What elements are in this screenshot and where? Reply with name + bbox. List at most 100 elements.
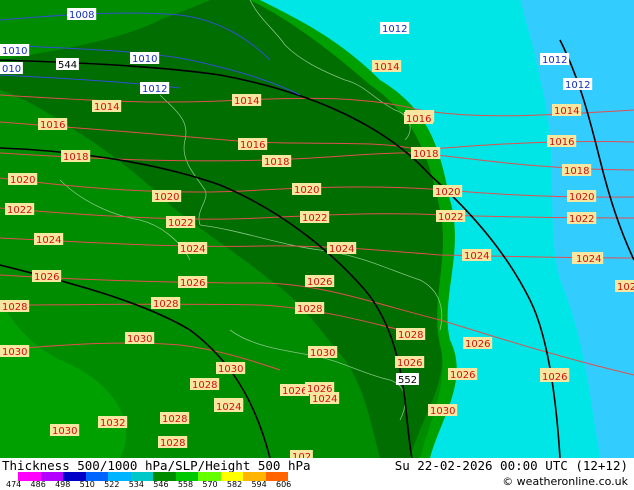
label-text: 1030: [52, 426, 77, 437]
label-text: 1024: [36, 235, 61, 246]
label-text: 1026: [180, 278, 205, 289]
isobar-label: 1018: [61, 150, 91, 163]
label-text: 1028: [192, 380, 217, 391]
isobar-label: 1028: [295, 302, 325, 315]
isobar-label: 1014: [372, 60, 402, 73]
label-text: 1020: [10, 175, 35, 186]
isobar-label: 1012: [140, 82, 170, 95]
isobar-label: 1010: [0, 44, 30, 57]
label-text: 1008: [69, 10, 94, 21]
isobar-label: 1022: [5, 203, 35, 216]
isobar-label: 1022: [166, 216, 196, 229]
height-label: 544: [56, 58, 79, 71]
isobar-label: 1032: [98, 416, 128, 429]
label-text: 1026: [617, 282, 634, 293]
label-text: 1030: [430, 406, 455, 417]
label-text: 1010: [132, 54, 157, 65]
isobar-label: 1024: [178, 242, 208, 255]
label-text: 1026: [282, 386, 307, 397]
isobar-label: 1018: [562, 164, 592, 177]
isobar-label: 1010: [130, 52, 160, 65]
label-text: 1018: [264, 157, 289, 168]
isobar-label: 1018: [411, 147, 441, 160]
isobar-label: 1022: [436, 210, 466, 223]
color-scale-tick: 558: [177, 480, 194, 489]
isobar-label: 1014: [232, 94, 262, 107]
isobar-label: 1022: [567, 212, 597, 225]
isobar-label: 1026: [178, 276, 208, 289]
label-text: 552: [398, 375, 417, 386]
label-text: 1010: [2, 46, 27, 57]
isobar-label: 1030: [428, 404, 458, 417]
color-scale-tick: 594: [251, 480, 267, 489]
label-text: 1020: [294, 185, 319, 196]
copyright: © weatheronline.co.uk: [502, 475, 628, 488]
height-label: 552: [396, 373, 419, 386]
label-text: 1022: [569, 214, 594, 225]
color-scale-tick: 486: [30, 480, 46, 489]
isobar-label: 1026: [448, 368, 478, 381]
label-text: 1022: [168, 218, 193, 229]
label-text: 1026: [307, 384, 332, 395]
color-scale-tick: 534: [128, 480, 144, 489]
label-text: 1030: [2, 347, 27, 358]
label-text: 1012: [142, 84, 167, 95]
isobar-label: 1028: [151, 297, 181, 310]
color-scale-tick: 522: [104, 480, 120, 489]
label-text: 1020: [154, 192, 179, 203]
isobar-label: 1020: [567, 190, 597, 203]
label-text: 1022: [302, 213, 327, 224]
isobar-label: 1020: [292, 183, 322, 196]
isobar-label: 1016: [547, 135, 577, 148]
isobar-label: 1028: [158, 436, 188, 449]
valid-time: Su 22-02-2026 00:00 UTC (12+12): [394, 458, 628, 473]
label-text: 1020: [569, 192, 594, 203]
label-text: 1018: [564, 166, 589, 177]
color-scale-ticks: 474 486 498 510 522 534 546 558 570 582 594 606: [4, 480, 324, 490]
label-text: 1032: [100, 418, 125, 429]
isobar-label: 1014: [92, 100, 122, 113]
isobar-label: 1024: [34, 233, 64, 246]
label-text: 1024: [329, 244, 354, 255]
label-text: 1022: [438, 212, 463, 223]
isobar-label: 1012: [380, 22, 410, 35]
label-text: 1028: [160, 438, 185, 449]
isobar-label: 1028: [160, 412, 190, 425]
isobar-label: 1012: [563, 78, 593, 91]
label-text: 1026: [34, 272, 59, 283]
isobar-label: 102: [290, 450, 313, 458]
label-text: 1024: [216, 402, 241, 413]
color-scale: 474 486 498 510 522 534 546 558 570 582 594 606: [4, 472, 294, 489]
color-scale-tick: 546: [153, 480, 169, 489]
color-scale-tick: 606: [276, 480, 292, 489]
isobar-label: 1026: [540, 370, 570, 383]
isobar-label: 1020: [433, 185, 463, 198]
isobar-label: 1026: [32, 270, 62, 283]
isobar-label: 1012: [540, 53, 570, 66]
isobar-label: 1024: [327, 242, 357, 255]
label-text: 1030: [310, 348, 335, 359]
label-text: 1030: [127, 334, 152, 345]
weather-map: 1008 1012 1010 1012 1010 010 1012 1012 1014 1014 1…: [0, 0, 634, 458]
label-text: 1026: [450, 370, 475, 381]
isobar-label: 1014: [552, 104, 582, 117]
isobar-label: 1030: [0, 345, 30, 358]
map-title: Thickness 500/1000 hPa/SLP/Height 500 hP…: [2, 458, 311, 473]
label-text: 1028: [398, 330, 423, 341]
isobar-label: 1030: [308, 346, 338, 359]
isobar-label: 1016: [238, 138, 268, 151]
label-text: 1012: [565, 80, 590, 91]
label-text: 1026: [542, 372, 567, 383]
label-text: 1012: [382, 24, 407, 35]
isobar-label: 1022: [300, 211, 330, 224]
label-text: 010: [2, 64, 21, 75]
isobar-label: 1016: [38, 118, 68, 131]
isobar-label: 1020: [8, 173, 38, 186]
isobar-label: 1030: [125, 332, 155, 345]
label-text: 1014: [374, 62, 399, 73]
isobar-label: 1026: [305, 275, 335, 288]
isobar-label: 1028: [190, 378, 220, 391]
label-text: 1014: [94, 102, 119, 113]
label-text: 1028: [297, 304, 322, 315]
label-text: 1030: [218, 364, 243, 375]
